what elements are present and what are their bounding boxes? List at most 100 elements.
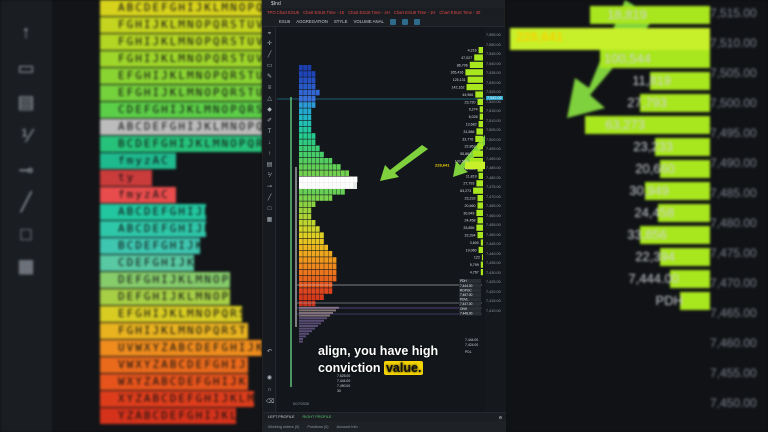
triangle-icon[interactable]: △ xyxy=(266,96,273,103)
arrow-up-icon[interactable]: ↑ xyxy=(266,151,273,158)
background-tpo-row: ty xyxy=(100,170,152,186)
price-axis[interactable]: 7,555.00 7,550.00 7,545.00 7,540.00 7,535.00… xyxy=(485,27,506,412)
background-price-label: 7,500.00 xyxy=(710,96,757,110)
tpo-cell xyxy=(303,207,307,214)
pencil-icon[interactable]: ✎ xyxy=(266,74,273,81)
background-zoom-left: ↑ ▭ ▤ ⅟ ⊸ ╱ □ ▦ ABCDEFGHIJKLMNOPQRSTUVWX… xyxy=(0,0,262,432)
arrow-left-icon xyxy=(380,145,428,181)
chart-tab-1[interactable]: TPO Chart ESU6 xyxy=(267,8,299,17)
tpo-cell xyxy=(320,294,324,300)
trash-icon[interactable]: ⌫ xyxy=(266,399,274,406)
tpo-cell xyxy=(311,151,316,158)
account-info-tab[interactable]: Account Info xyxy=(336,425,357,429)
arrow-down-icon[interactable]: ↓ xyxy=(266,140,273,147)
box-icon[interactable]: ▤ xyxy=(266,162,273,169)
rectangle-icon[interactable]: □ xyxy=(266,206,273,213)
line-icon[interactable]: ╱ xyxy=(266,195,273,202)
marker-icon[interactable]: ◆ xyxy=(266,107,273,114)
tpo-cell xyxy=(303,151,307,158)
background-toolbar: ↑ ▭ ▤ ⅟ ⊸ ╱ □ ▦ xyxy=(0,0,52,432)
tpo-cell xyxy=(303,127,307,133)
chart-tab-5[interactable]: Chart ESU6 Time - 30 xyxy=(439,8,480,17)
volume-bar xyxy=(475,135,483,142)
brush-icon[interactable]: ✐ xyxy=(266,118,273,125)
volume-label: 23,720 xyxy=(465,100,476,104)
tpo-cell xyxy=(307,139,312,145)
crosshair-icon[interactable]: ✛ xyxy=(266,41,273,48)
tpo-cell xyxy=(299,238,303,245)
tpo-cell xyxy=(299,108,303,114)
tpo-cell xyxy=(315,226,320,232)
price-tick: 7,500.00 xyxy=(486,137,501,142)
text-icon[interactable]: T xyxy=(266,129,273,136)
volume-label: 142,162 xyxy=(452,86,465,90)
tpo-cell xyxy=(324,189,328,195)
fib-icon[interactable]: ≡ xyxy=(266,85,273,92)
price-tick: 7,410.00 xyxy=(486,308,501,313)
tpo-cell xyxy=(307,170,312,176)
settings-icon[interactable] xyxy=(401,18,408,25)
volume-bar xyxy=(469,61,483,68)
chart-tabs: TPO Chart ESU6 Chart ESU6 Time - 15 Chart … xyxy=(263,8,504,17)
volume-bar xyxy=(476,128,483,135)
eye-icon[interactable]: ◉ xyxy=(266,375,273,382)
symbol-selector[interactable]: ESU6 xyxy=(279,19,290,24)
tpo-cell xyxy=(303,120,307,127)
aggregation-button[interactable]: AGGREGATION xyxy=(296,19,328,24)
volume-analysis-button[interactable]: VOLUME ANAL xyxy=(354,19,384,24)
positions-tab[interactable]: Positions (0) xyxy=(307,425,328,429)
volume-label: 44,966 xyxy=(462,93,473,97)
style-button[interactable]: STYLE xyxy=(334,19,348,24)
price-tick: 7,545.00 xyxy=(486,52,501,56)
tpo-cell xyxy=(299,145,303,152)
background-tpo-row: FGHIJKLMNOPQRSTUVWXYZ xyxy=(100,34,262,50)
chart-tab-4[interactable]: Chart ESU6 Time - 1H xyxy=(394,8,436,17)
volume-label: 19,060 xyxy=(466,248,477,252)
tpo-cell xyxy=(311,83,316,90)
price-tick: 7,540.00 xyxy=(486,61,501,66)
grid-icon[interactable]: ▦ xyxy=(266,217,273,224)
working-orders-tab[interactable]: Working orders (0) xyxy=(268,425,299,429)
tpo-cell xyxy=(332,263,337,269)
background-price-label: 7,480.00 xyxy=(710,216,757,230)
tpo-cell xyxy=(315,158,320,164)
tpo-cell xyxy=(303,232,307,238)
magnet-icon[interactable]: ∩ xyxy=(266,387,273,394)
left-profile-button[interactable]: LEFT PROFILE xyxy=(268,415,295,419)
tpo-cell xyxy=(307,65,312,71)
undo-icon[interactable]: ↶ xyxy=(266,349,273,356)
volume-bar xyxy=(480,261,483,268)
tpo-cell xyxy=(303,133,307,139)
background-price-label: 7,475.00 xyxy=(710,246,757,260)
lower-profile-bar xyxy=(299,330,312,333)
background-price-label: 7,450.00 xyxy=(710,396,757,410)
ruler-icon[interactable]: ▭ xyxy=(266,63,273,70)
background-volume-label: 228,641 xyxy=(516,29,563,44)
settings-gear-icon[interactable]: ⚙ xyxy=(499,415,502,420)
volume-bar xyxy=(480,269,483,276)
slider-icon[interactable]: ⊸ xyxy=(266,184,273,191)
chart-tab-3[interactable]: Chart ESU6 Time - 4H xyxy=(348,8,390,17)
tpo-cell xyxy=(328,189,333,195)
cursor-icon[interactable]: ⌖ xyxy=(266,31,273,38)
caption-highlight: value. xyxy=(383,361,424,375)
tpo-cell xyxy=(332,257,337,263)
fraction-icon[interactable]: ⅟ xyxy=(266,173,273,180)
tpo-cell xyxy=(299,189,303,195)
search-icon[interactable] xyxy=(389,18,396,25)
tpo-cell xyxy=(332,164,337,170)
background-volume-label: 20,660 xyxy=(635,161,675,176)
tpo-cell xyxy=(328,257,333,263)
tpo-cell xyxy=(299,294,303,300)
tpo-cell xyxy=(315,288,320,294)
price-tick: 7,420.00 xyxy=(486,289,501,294)
chart-tab-2[interactable]: Chart ESU6 Time - 15 xyxy=(303,8,344,17)
layout-icon[interactable] xyxy=(413,18,420,25)
background-volume-label: PDH xyxy=(655,293,683,308)
background-volume-label: 27,793 xyxy=(627,95,667,110)
right-profile-button[interactable]: RIGHT PROFILE xyxy=(303,415,332,419)
tpo-cell xyxy=(311,251,316,257)
trendline-icon[interactable]: ╱ xyxy=(266,52,273,59)
price-tick: 7,425.00 xyxy=(486,280,501,284)
background-zoom-right: 18,819 228,641 100,544 11,819 27,793 63,273 23… xyxy=(505,0,768,432)
